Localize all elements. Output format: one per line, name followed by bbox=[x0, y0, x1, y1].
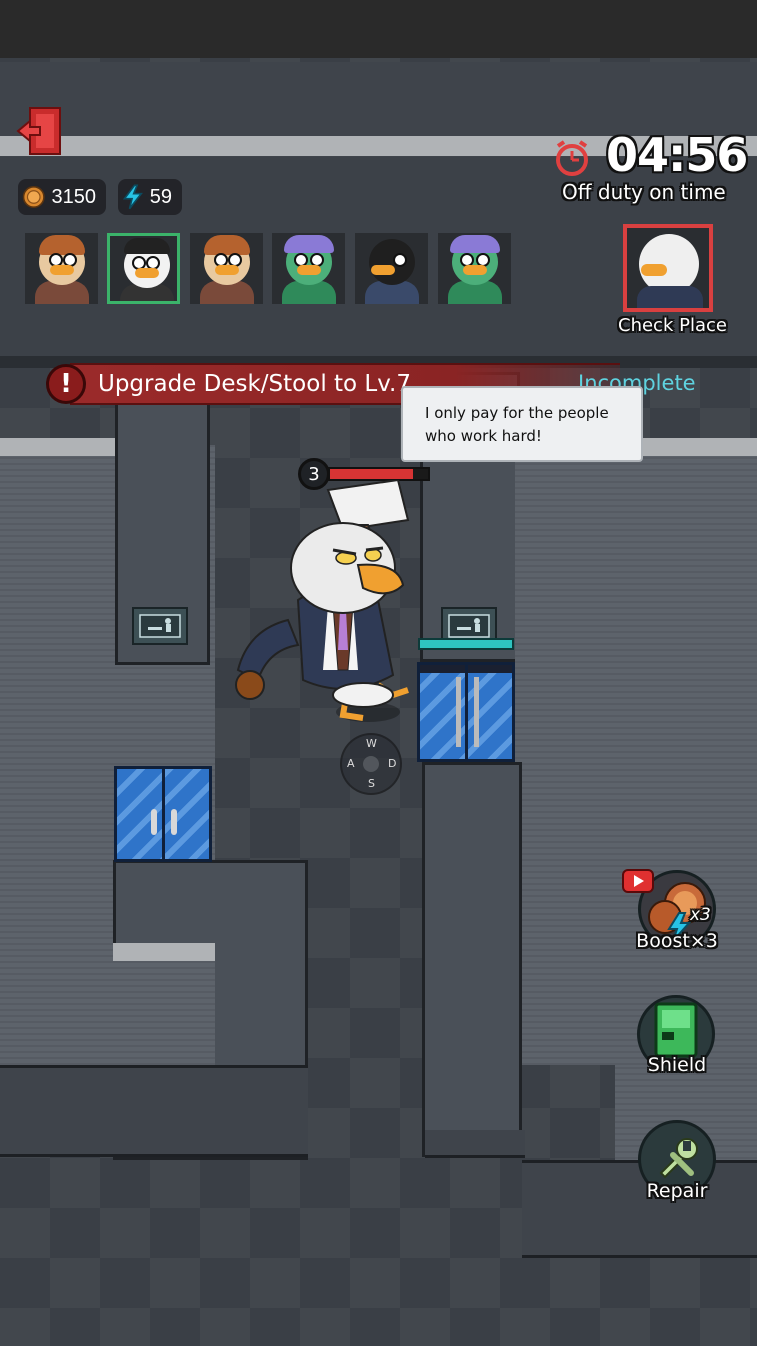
left-lower-carpet bbox=[113, 665, 213, 765]
left-lower-trim bbox=[113, 943, 215, 961]
exit-icon[interactable] bbox=[16, 106, 66, 156]
coin-counter: 3150 bbox=[18, 179, 106, 215]
lightning-icon bbox=[122, 184, 143, 210]
worker-portrait-6[interactable] bbox=[438, 233, 511, 304]
boss-eagle-character[interactable] bbox=[228, 478, 428, 725]
glass-door-right[interactable] bbox=[417, 662, 515, 762]
worker-portrait-2[interactable] bbox=[107, 233, 180, 304]
speech-bubble: I only pay for the people who work hard! bbox=[401, 386, 643, 462]
speech-text: I only pay for the people who work hard! bbox=[425, 404, 609, 445]
right-lower-wall bbox=[422, 762, 522, 1157]
joystick-key-w[interactable]: W bbox=[366, 737, 377, 750]
bottom-right-wall-inner bbox=[425, 1130, 525, 1158]
top-bar bbox=[0, 0, 757, 58]
worker-portrait-4[interactable] bbox=[272, 233, 345, 304]
check-place-label: Check Place bbox=[618, 315, 727, 336]
joystick-key-s[interactable]: S bbox=[368, 777, 375, 790]
door-health-bar bbox=[418, 638, 514, 650]
task-text: Upgrade Desk/Stool to Lv.7 bbox=[98, 371, 412, 397]
energy-value: 59 bbox=[149, 185, 172, 208]
left-room-trim bbox=[0, 438, 115, 456]
glass-door-left[interactable] bbox=[114, 766, 212, 862]
video-ad-icon bbox=[622, 869, 654, 893]
boss-health-fill bbox=[330, 469, 414, 479]
alarm-clock-icon bbox=[552, 138, 592, 178]
shield-label: Shield bbox=[647, 1054, 707, 1076]
worker-portrait-5[interactable] bbox=[355, 233, 428, 304]
timer: 04:56 bbox=[606, 128, 748, 182]
alert-icon: ! bbox=[46, 364, 86, 404]
right-room-trim bbox=[640, 438, 757, 456]
check-place-button[interactable] bbox=[623, 224, 713, 312]
right-room-carpet bbox=[515, 455, 757, 1065]
joystick-key-a[interactable]: A bbox=[347, 757, 355, 770]
bottom-left-wall bbox=[0, 1065, 308, 1157]
movement-joystick[interactable]: W A D S bbox=[340, 733, 402, 795]
timer-subtitle: Off duty on time bbox=[562, 180, 726, 204]
boss-health-bar bbox=[328, 467, 430, 481]
energy-counter: 59 bbox=[118, 179, 182, 215]
coin-value: 3150 bbox=[51, 185, 97, 208]
joystick-key-d[interactable]: D bbox=[388, 757, 396, 770]
joystick-knob[interactable] bbox=[363, 756, 379, 772]
worker-portrait-1[interactable] bbox=[25, 233, 98, 304]
boost-multiplier-badge: x3 bbox=[690, 905, 711, 925]
coin-icon bbox=[22, 186, 45, 208]
left-lower-carpet-2 bbox=[113, 955, 215, 1065]
worker-portrait-3[interactable] bbox=[190, 233, 263, 304]
repair-label: Repair bbox=[646, 1180, 708, 1202]
bottom-right-wall bbox=[522, 1160, 757, 1258]
desk-icon-left[interactable] bbox=[132, 607, 188, 645]
boost-label: Boost×3 bbox=[636, 930, 718, 952]
